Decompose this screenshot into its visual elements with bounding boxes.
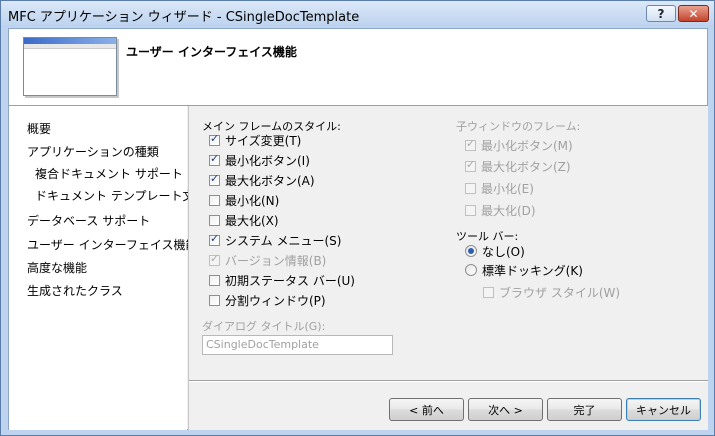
nav-item-advanced-features[interactable]: 高度な機能 [27, 259, 87, 276]
child-frame-styles-label: 子ウィンドウのフレーム: [456, 120, 581, 133]
close-button[interactable]: ✕ [678, 5, 709, 22]
nav-item-generated-classes[interactable]: 生成されたクラス [27, 282, 123, 299]
help-button[interactable]: ? [646, 5, 676, 22]
radio-label: なし(O) [482, 244, 525, 259]
cancel-button[interactable]: キャンセル [626, 398, 701, 421]
help-icon: ? [657, 6, 665, 21]
checkbox-box[interactable] [209, 232, 220, 246]
nav-item-user-interface-features[interactable]: ユーザー インターフェイス機能 [27, 236, 198, 253]
radio-toolbar-none[interactable]: なし(O) [465, 243, 525, 259]
checkbox-label: サイズ変更(T) [225, 133, 302, 148]
checkbox-label: 初期ステータス バー(U) [225, 273, 355, 288]
checkbox-label: 最大化(D) [481, 203, 536, 218]
checkbox-box [209, 252, 220, 266]
checkbox-split-window[interactable]: 分割ウィンドウ(P) [209, 292, 326, 308]
checkbox-system-menu[interactable]: システム メニュー(S) [209, 232, 341, 248]
checkbox-box[interactable] [209, 274, 220, 286]
checkbox-label: 最大化ボタン(A) [225, 173, 315, 188]
window-title: MFC アプリケーション ウィザード - CSingleDocTemplate [8, 10, 360, 25]
radio-label: 標準ドッキング(K) [482, 263, 583, 278]
checkbox-box [465, 204, 476, 216]
checkbox-label: 分割ウィンドウ(P) [225, 293, 326, 308]
checkbox-minimized[interactable]: 最小化(N) [209, 192, 279, 208]
button-area-divider [189, 380, 708, 382]
wizard-nav: 概要 アプリケーションの種類 複合ドキュメント サポート ドキュメント テンプレ… [9, 106, 218, 430]
checkbox-initial-status-bar[interactable]: 初期ステータス バー(U) [209, 272, 355, 288]
checkbox-box[interactable] [209, 152, 220, 166]
checkbox-label: バージョン情報(B) [225, 253, 327, 268]
radio-toolbar-standard-docking[interactable]: 標準ドッキング(K) [465, 262, 583, 278]
checkbox-box [465, 158, 476, 172]
checkbox-label: ブラウザ スタイル(W) [499, 285, 621, 300]
thumbnail-menubar [24, 44, 116, 49]
nav-item-compound-document[interactable]: 複合ドキュメント サポート [35, 165, 183, 182]
wizard-window: MFC アプリケーション ウィザード - CSingleDocTemplate … [0, 0, 715, 436]
checkbox-box[interactable] [209, 172, 220, 186]
checkbox-child-minimize-button: 最小化ボタン(M) [465, 137, 573, 153]
checkbox-box [465, 182, 476, 194]
checkbox-box [465, 137, 476, 151]
checkbox-child-minimized: 最小化(E) [465, 180, 534, 196]
app-window-thumbnail [23, 37, 117, 96]
checkbox-label: 最小化(E) [481, 181, 534, 196]
checkbox-about-box: バージョン情報(B) [209, 252, 326, 268]
checkbox-child-maximize-button: 最大化ボタン(Z) [465, 158, 571, 174]
finish-button[interactable]: 完了 [547, 398, 622, 421]
prev-button[interactable]: < 前へ [389, 398, 464, 421]
title-bar[interactable]: MFC アプリケーション ウィザード - CSingleDocTemplate … [1, 1, 714, 27]
checkbox-box[interactable] [209, 294, 220, 306]
checkbox-maximize-button[interactable]: 最大化ボタン(A) [209, 172, 315, 188]
wizard-header: ユーザー インターフェイス機能 [9, 29, 707, 106]
nav-item-database-support[interactable]: データベース サポート [27, 212, 150, 229]
checkbox-label: 最大化(X) [225, 213, 279, 228]
nav-item-application-type[interactable]: アプリケーションの種類 [27, 143, 159, 160]
checkbox-box[interactable] [209, 214, 220, 226]
page-title: ユーザー インターフェイス機能 [126, 45, 297, 59]
options-panel: メイン フレームのスタイル: サイズ変更(T) 最小化ボタン(I) 最大化ボタン… [188, 106, 708, 430]
dialog-title-field: CSingleDocTemplate [202, 335, 393, 355]
client-area: ユーザー インターフェイス機能 概要 アプリケーションの種類 複合ドキュメント … [8, 28, 708, 430]
checkbox-child-maximized: 最大化(D) [465, 202, 536, 218]
checkbox-label: 最小化ボタン(M) [481, 138, 573, 153]
dialog-title-label: ダイアログ タイトル(G): [202, 320, 326, 333]
checkbox-label: システム メニュー(S) [225, 233, 342, 248]
close-icon: ✕ [688, 6, 699, 21]
checkbox-resize[interactable]: サイズ変更(T) [209, 132, 301, 148]
checkbox-label: 最小化ボタン(I) [225, 153, 310, 168]
checkbox-box [483, 286, 494, 298]
checkbox-label: 最大化ボタン(Z) [481, 159, 571, 174]
radio-dot[interactable] [465, 264, 477, 276]
next-button[interactable]: 次へ > [468, 398, 543, 421]
checkbox-maximized[interactable]: 最大化(X) [209, 212, 279, 228]
radio-dot[interactable] [465, 245, 477, 257]
nav-item-overview[interactable]: 概要 [27, 120, 51, 137]
checkbox-browser-style: ブラウザ スタイル(W) [483, 284, 620, 300]
checkbox-box[interactable] [209, 194, 220, 206]
checkbox-box[interactable] [209, 132, 220, 146]
checkbox-minimize-button[interactable]: 最小化ボタン(I) [209, 152, 310, 168]
checkbox-label: 最小化(N) [225, 193, 280, 208]
